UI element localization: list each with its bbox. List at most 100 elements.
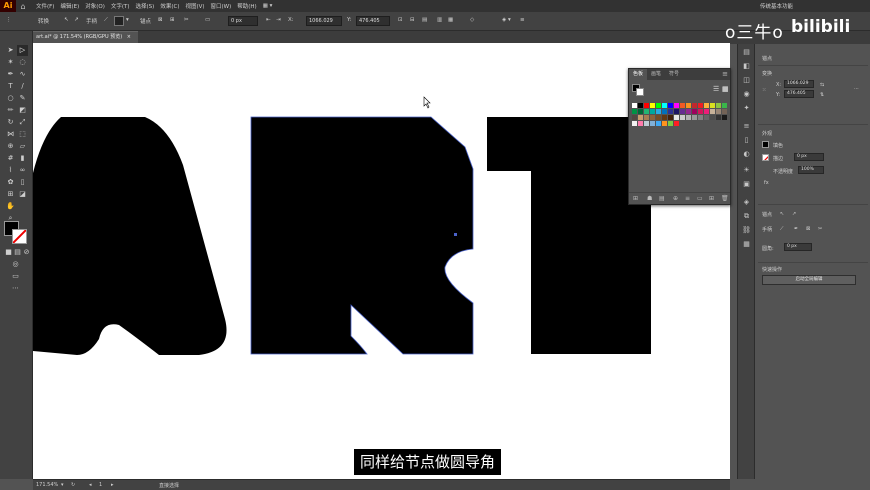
library-icon[interactable]: ⊞ bbox=[633, 195, 638, 202]
swatch-cell[interactable] bbox=[650, 115, 655, 120]
path-icon[interactable]: ◇ bbox=[470, 17, 474, 23]
close-icon[interactable]: × bbox=[127, 34, 131, 40]
stroke-panel-icon[interactable]: ≡ bbox=[742, 122, 751, 131]
swatch-cell[interactable] bbox=[644, 121, 649, 126]
links-icon[interactable]: ⛓ bbox=[742, 226, 751, 235]
line-tool-icon[interactable]: / bbox=[17, 81, 28, 92]
swatch-cell[interactable] bbox=[668, 121, 673, 126]
pen-tool-icon[interactable]: ✒ bbox=[5, 69, 16, 80]
swatches-panel-icon[interactable]: ▦ bbox=[742, 240, 751, 249]
artboard-number[interactable]: 1 bbox=[99, 482, 102, 488]
swatch-cell[interactable] bbox=[650, 109, 655, 114]
pen-tool-icon[interactable] bbox=[114, 16, 124, 26]
ellipse-tool-icon[interactable]: ○ bbox=[5, 93, 16, 104]
letter-a-shape[interactable] bbox=[33, 117, 227, 355]
swatch-cell[interactable] bbox=[638, 109, 643, 114]
remove-anchor-icon[interactable]: ⊠ bbox=[806, 226, 810, 232]
color-guide-icon[interactable]: ✦ bbox=[742, 104, 751, 113]
appearance-icon[interactable]: ☀ bbox=[742, 166, 751, 175]
pencil-tool-icon[interactable]: ✏ bbox=[5, 105, 16, 116]
menu-help[interactable]: 帮助(H) bbox=[237, 2, 256, 10]
perspective-grid-icon[interactable]: ▱ bbox=[17, 141, 28, 152]
selection-tool-icon[interactable]: ➤ bbox=[5, 45, 16, 56]
width-tool-icon[interactable]: ⋈ bbox=[5, 129, 16, 140]
libraries-icon[interactable]: ◫ bbox=[742, 76, 751, 85]
menu-effect[interactable]: 效果(C) bbox=[160, 2, 179, 10]
artboard-tool-icon[interactable]: ⊞ bbox=[5, 189, 16, 200]
convert-smooth-icon[interactable]: ↗ bbox=[792, 211, 796, 217]
layers-stack-icon[interactable]: ◈ bbox=[742, 198, 751, 207]
swatch-options-icon[interactable]: ≡ bbox=[685, 195, 690, 202]
x-field[interactable]: 1066.029 bbox=[306, 16, 342, 26]
connect-anchor-icon[interactable]: ⊞ bbox=[170, 17, 175, 23]
menu-select[interactable]: 选择(S) bbox=[136, 2, 155, 10]
more-options-icon[interactable]: ⋯ bbox=[854, 86, 859, 92]
y-field[interactable]: 476.405 bbox=[356, 16, 390, 26]
fx-icon[interactable]: fx bbox=[764, 180, 769, 186]
graph-tool-icon[interactable]: ▯ bbox=[17, 177, 28, 188]
swatch-cell[interactable] bbox=[656, 115, 661, 120]
rotate-tool-icon[interactable]: ↻ bbox=[5, 117, 16, 128]
swatch-cell[interactable] bbox=[680, 115, 685, 120]
symbol-sprayer-icon[interactable]: ✿ bbox=[5, 177, 16, 188]
swatch-cell[interactable] bbox=[656, 103, 661, 108]
letter-t-shape[interactable] bbox=[487, 117, 651, 354]
draw-mode-icon[interactable]: ◎ bbox=[10, 259, 21, 270]
free-transform-icon[interactable]: ⬚ bbox=[17, 129, 28, 140]
swatch-cell[interactable] bbox=[674, 103, 679, 108]
chevron-down-icon[interactable]: ▾ bbox=[126, 17, 129, 23]
swatch-cell[interactable] bbox=[704, 103, 709, 108]
color-icon[interactable]: ◉ bbox=[742, 90, 751, 99]
workspace-switcher[interactable]: 传统基本功能 bbox=[760, 2, 793, 10]
type-tool-icon[interactable]: T bbox=[5, 81, 16, 92]
props-corner-field[interactable]: 0 px bbox=[784, 243, 812, 251]
swatch-cell[interactable] bbox=[632, 109, 637, 114]
align-options-icon[interactable]: ▤ bbox=[422, 17, 427, 23]
swatch-cell[interactable] bbox=[692, 109, 697, 114]
swatch-cell[interactable] bbox=[668, 103, 673, 108]
list-view-icon[interactable]: ☰ bbox=[713, 85, 719, 93]
blend-tool-icon[interactable]: ∞ bbox=[17, 165, 28, 176]
swatch-cell[interactable] bbox=[698, 103, 703, 108]
zoom-level[interactable]: 171.54% bbox=[36, 482, 58, 488]
swatch-cell[interactable] bbox=[704, 109, 709, 114]
new-folder-icon[interactable]: ▭ bbox=[697, 195, 703, 202]
menu-icon[interactable]: ≡ bbox=[520, 17, 525, 23]
align-more-icon[interactable]: ▦ bbox=[448, 17, 453, 23]
swatch-cell[interactable] bbox=[632, 115, 637, 120]
eyedropper-icon[interactable]: ⌇ bbox=[5, 165, 16, 176]
swatch-cell[interactable] bbox=[680, 103, 685, 108]
direct-selection-tool-icon[interactable]: ▷ bbox=[17, 45, 28, 56]
props-x-field[interactable]: 1066.029 bbox=[784, 80, 814, 88]
props-stroke-field[interactable]: 0 px bbox=[794, 153, 824, 161]
swatch-cell[interactable] bbox=[662, 121, 667, 126]
swatch-cell[interactable] bbox=[716, 103, 721, 108]
convert-smooth-icon[interactable]: ↗ bbox=[74, 17, 79, 23]
swatch-cell[interactable] bbox=[674, 109, 679, 114]
swatch-cell[interactable] bbox=[662, 109, 667, 114]
current-stroke-swatch[interactable] bbox=[636, 88, 644, 96]
curvature-tool-icon[interactable]: ∿ bbox=[17, 69, 28, 80]
swatch-cell[interactable] bbox=[716, 109, 721, 114]
more-tools-icon[interactable]: ⋯ bbox=[10, 283, 21, 294]
align-center-icon[interactable]: ⇥ bbox=[276, 17, 281, 23]
new-group-icon[interactable]: ⊕ bbox=[673, 195, 678, 202]
swatch-cell[interactable] bbox=[704, 115, 709, 120]
graphic-styles-icon[interactable]: ▣ bbox=[742, 180, 751, 189]
tab-symbols[interactable]: 符号 bbox=[665, 69, 683, 80]
swatch-cell[interactable] bbox=[722, 103, 727, 108]
swatch-cell[interactable] bbox=[692, 103, 697, 108]
swatch-cell[interactable] bbox=[650, 121, 655, 126]
artboard-canvas[interactable] bbox=[33, 43, 730, 479]
menu-view[interactable]: 视图(V) bbox=[185, 2, 204, 10]
chevron-down-icon[interactable]: ▾ bbox=[61, 482, 64, 488]
handle-icon[interactable]: ⟋ bbox=[780, 226, 784, 232]
slice-tool-icon[interactable]: ◪ bbox=[17, 189, 28, 200]
document-tab[interactable]: art.ai* @ 171.54% (RGB/GPU 预览) × bbox=[33, 31, 138, 43]
convert-corner-icon[interactable]: ↖ bbox=[64, 17, 69, 23]
stroke-swatch[interactable] bbox=[12, 229, 27, 244]
transform-icon[interactable]: ⊡ bbox=[398, 17, 403, 23]
menu-type[interactable]: 文字(T) bbox=[111, 2, 130, 10]
letter-r-shape[interactable] bbox=[251, 117, 473, 354]
swatch-grid[interactable] bbox=[632, 103, 728, 127]
